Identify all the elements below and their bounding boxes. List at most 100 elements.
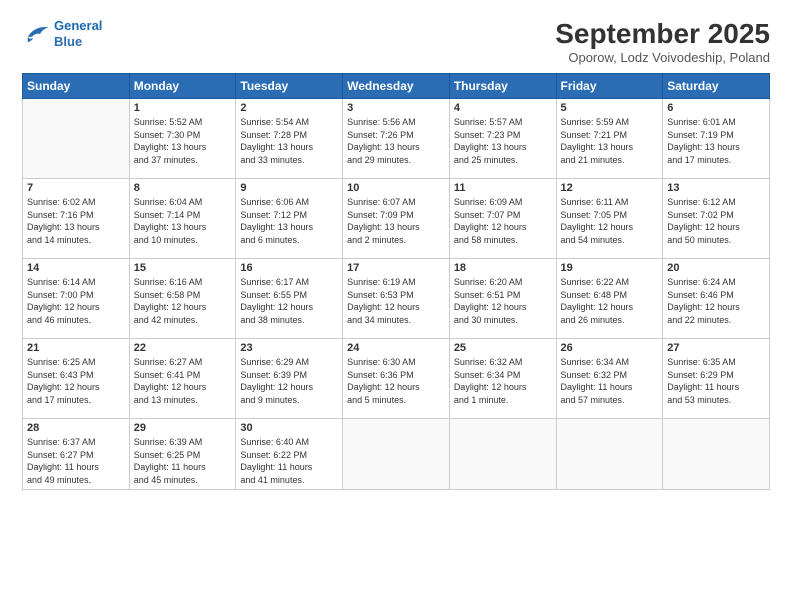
table-row: 17 Sunrise: 6:19 AM Sunset: 6:53 PM Dayli…	[343, 259, 450, 339]
table-row: 23Sunrise: 6:29 AM Sunset: 6:39 PM Dayli…	[236, 339, 343, 419]
logo: General Blue	[22, 18, 102, 49]
day-number: 2	[240, 102, 338, 114]
day-info: Sunrise: 6:27 AM Sunset: 6:41 PM Dayligh…	[134, 356, 232, 406]
day-number: 12	[561, 182, 659, 194]
location-subtitle: Oporow, Lodz Voivodeship, Poland	[555, 50, 770, 65]
logo-text: General Blue	[54, 18, 102, 49]
day-info: Sunrise: 6:39 AM Sunset: 6:25 PM Dayligh…	[134, 436, 232, 486]
day-info: Sunrise: 6:01 AM Sunset: 7:19 PM Dayligh…	[667, 116, 765, 166]
day-info: Sunrise: 5:59 AM Sunset: 7:21 PM Dayligh…	[561, 116, 659, 166]
day-number: 30	[240, 422, 338, 434]
table-row: 21 Sunrise: 6:25 AM Sunset: 6:43 PM Dayli…	[23, 339, 130, 419]
day-number: 5	[561, 102, 659, 114]
day-number: 9	[240, 182, 338, 194]
day-number: 20	[667, 262, 765, 274]
day-info: Sunrise: 6:02 AM Sunset: 7:16 PM Dayligh…	[27, 196, 125, 246]
table-row	[556, 419, 663, 490]
day-info: Sunrise: 6:09 AM Sunset: 7:07 PM Dayligh…	[454, 196, 552, 246]
table-row: 16 Sunrise: 6:17 AM Sunset: 6:55 PM Dayli…	[236, 259, 343, 339]
table-row	[343, 419, 450, 490]
table-row: 5 Sunrise: 5:59 AM Sunset: 7:21 PM Daylig…	[556, 99, 663, 179]
table-row: 20 Sunrise: 6:24 AM Sunset: 6:46 PM Dayli…	[663, 259, 770, 339]
table-row: 7 Sunrise: 6:02 AM Sunset: 7:16 PM Daylig…	[23, 179, 130, 259]
day-info: Sunrise: 6:11 AM Sunset: 7:05 PM Dayligh…	[561, 196, 659, 246]
day-number: 3	[347, 102, 445, 114]
day-number: 28	[27, 422, 125, 434]
day-info: Sunrise: 5:57 AM Sunset: 7:23 PM Dayligh…	[454, 116, 552, 166]
logo-icon	[22, 23, 50, 45]
day-number: 6	[667, 102, 765, 114]
day-number: 11	[454, 182, 552, 194]
header-thursday: Thursday	[449, 74, 556, 99]
day-number: 4	[454, 102, 552, 114]
table-row: 12 Sunrise: 6:11 AM Sunset: 7:05 PM Dayli…	[556, 179, 663, 259]
day-number: 29	[134, 422, 232, 434]
table-row: 10 Sunrise: 6:07 AM Sunset: 7:09 PM Dayli…	[343, 179, 450, 259]
table-row: 27Sunrise: 6:35 AM Sunset: 6:29 PM Dayli…	[663, 339, 770, 419]
day-number: 22	[134, 342, 232, 354]
day-info: Sunrise: 6:25 AM Sunset: 6:43 PM Dayligh…	[27, 356, 125, 406]
header-friday: Friday	[556, 74, 663, 99]
header-sunday: Sunday	[23, 74, 130, 99]
day-number: 24	[347, 342, 445, 354]
header: General Blue September 2025 Oporow, Lodz…	[22, 18, 770, 65]
month-title: September 2025	[555, 18, 770, 50]
day-number: 23	[240, 342, 338, 354]
day-number: 21	[27, 342, 125, 354]
day-number: 25	[454, 342, 552, 354]
day-number: 15	[134, 262, 232, 274]
table-row: 15Sunrise: 6:16 AM Sunset: 6:58 PM Dayli…	[129, 259, 236, 339]
table-row: 25 Sunrise: 6:32 AM Sunset: 6:34 PM Dayli…	[449, 339, 556, 419]
calendar-page: General Blue September 2025 Oporow, Lodz…	[0, 0, 792, 612]
day-number: 10	[347, 182, 445, 194]
table-row: 11 Sunrise: 6:09 AM Sunset: 7:07 PM Dayli…	[449, 179, 556, 259]
table-row	[449, 419, 556, 490]
day-number: 8	[134, 182, 232, 194]
table-row: 29 Sunrise: 6:39 AM Sunset: 6:25 PM Dayli…	[129, 419, 236, 490]
table-row	[663, 419, 770, 490]
day-info: Sunrise: 6:14 AM Sunset: 7:00 PM Dayligh…	[27, 276, 125, 326]
day-info: Sunrise: 6:07 AM Sunset: 7:09 PM Dayligh…	[347, 196, 445, 246]
calendar-header-row: Sunday Monday Tuesday Wednesday Thursday…	[23, 74, 770, 99]
day-info: Sunrise: 5:54 AM Sunset: 7:28 PM Dayligh…	[240, 116, 338, 166]
day-info: Sunrise: 6:19 AM Sunset: 6:53 PM Dayligh…	[347, 276, 445, 326]
day-info: Sunrise: 6:04 AM Sunset: 7:14 PM Dayligh…	[134, 196, 232, 246]
day-info: Sunrise: 6:40 AM Sunset: 6:22 PM Dayligh…	[240, 436, 338, 486]
day-info: Sunrise: 6:06 AM Sunset: 7:12 PM Dayligh…	[240, 196, 338, 246]
table-row: 13 Sunrise: 6:12 AM Sunset: 7:02 PM Dayli…	[663, 179, 770, 259]
table-row: 26Sunrise: 6:34 AM Sunset: 6:32 PM Dayli…	[556, 339, 663, 419]
day-info: Sunrise: 6:22 AM Sunset: 6:48 PM Dayligh…	[561, 276, 659, 326]
day-number: 17	[347, 262, 445, 274]
title-block: September 2025 Oporow, Lodz Voivodeship,…	[555, 18, 770, 65]
table-row: 6 Sunrise: 6:01 AM Sunset: 7:19 PM Daylig…	[663, 99, 770, 179]
table-row	[23, 99, 130, 179]
day-info: Sunrise: 6:12 AM Sunset: 7:02 PM Dayligh…	[667, 196, 765, 246]
table-row: 22 Sunrise: 6:27 AM Sunset: 6:41 PM Dayli…	[129, 339, 236, 419]
day-info: Sunrise: 6:17 AM Sunset: 6:55 PM Dayligh…	[240, 276, 338, 326]
day-info: Sunrise: 6:37 AM Sunset: 6:27 PM Dayligh…	[27, 436, 125, 486]
day-info: Sunrise: 6:32 AM Sunset: 6:34 PM Dayligh…	[454, 356, 552, 406]
calendar-table: Sunday Monday Tuesday Wednesday Thursday…	[22, 73, 770, 490]
day-info: Sunrise: 6:35 AM Sunset: 6:29 PM Dayligh…	[667, 356, 765, 406]
day-info: Sunrise: 6:24 AM Sunset: 6:46 PM Dayligh…	[667, 276, 765, 326]
table-row: 24 Sunrise: 6:30 AM Sunset: 6:36 PM Dayli…	[343, 339, 450, 419]
table-row: 2 Sunrise: 5:54 AM Sunset: 7:28 PM Daylig…	[236, 99, 343, 179]
header-monday: Monday	[129, 74, 236, 99]
day-number: 14	[27, 262, 125, 274]
header-wednesday: Wednesday	[343, 74, 450, 99]
day-number: 16	[240, 262, 338, 274]
day-number: 1	[134, 102, 232, 114]
day-number: 7	[27, 182, 125, 194]
day-number: 13	[667, 182, 765, 194]
table-row: 30 Sunrise: 6:40 AM Sunset: 6:22 PM Dayli…	[236, 419, 343, 490]
day-number: 19	[561, 262, 659, 274]
table-row: 1Sunrise: 5:52 AM Sunset: 7:30 PM Daylig…	[129, 99, 236, 179]
header-saturday: Saturday	[663, 74, 770, 99]
table-row: 3 Sunrise: 5:56 AM Sunset: 7:26 PM Daylig…	[343, 99, 450, 179]
header-tuesday: Tuesday	[236, 74, 343, 99]
day-info: Sunrise: 6:30 AM Sunset: 6:36 PM Dayligh…	[347, 356, 445, 406]
day-info: Sunrise: 5:56 AM Sunset: 7:26 PM Dayligh…	[347, 116, 445, 166]
day-info: Sunrise: 6:20 AM Sunset: 6:51 PM Dayligh…	[454, 276, 552, 326]
table-row: 28 Sunrise: 6:37 AM Sunset: 6:27 PM Dayli…	[23, 419, 130, 490]
table-row: 19 Sunrise: 6:22 AM Sunset: 6:48 PM Dayli…	[556, 259, 663, 339]
